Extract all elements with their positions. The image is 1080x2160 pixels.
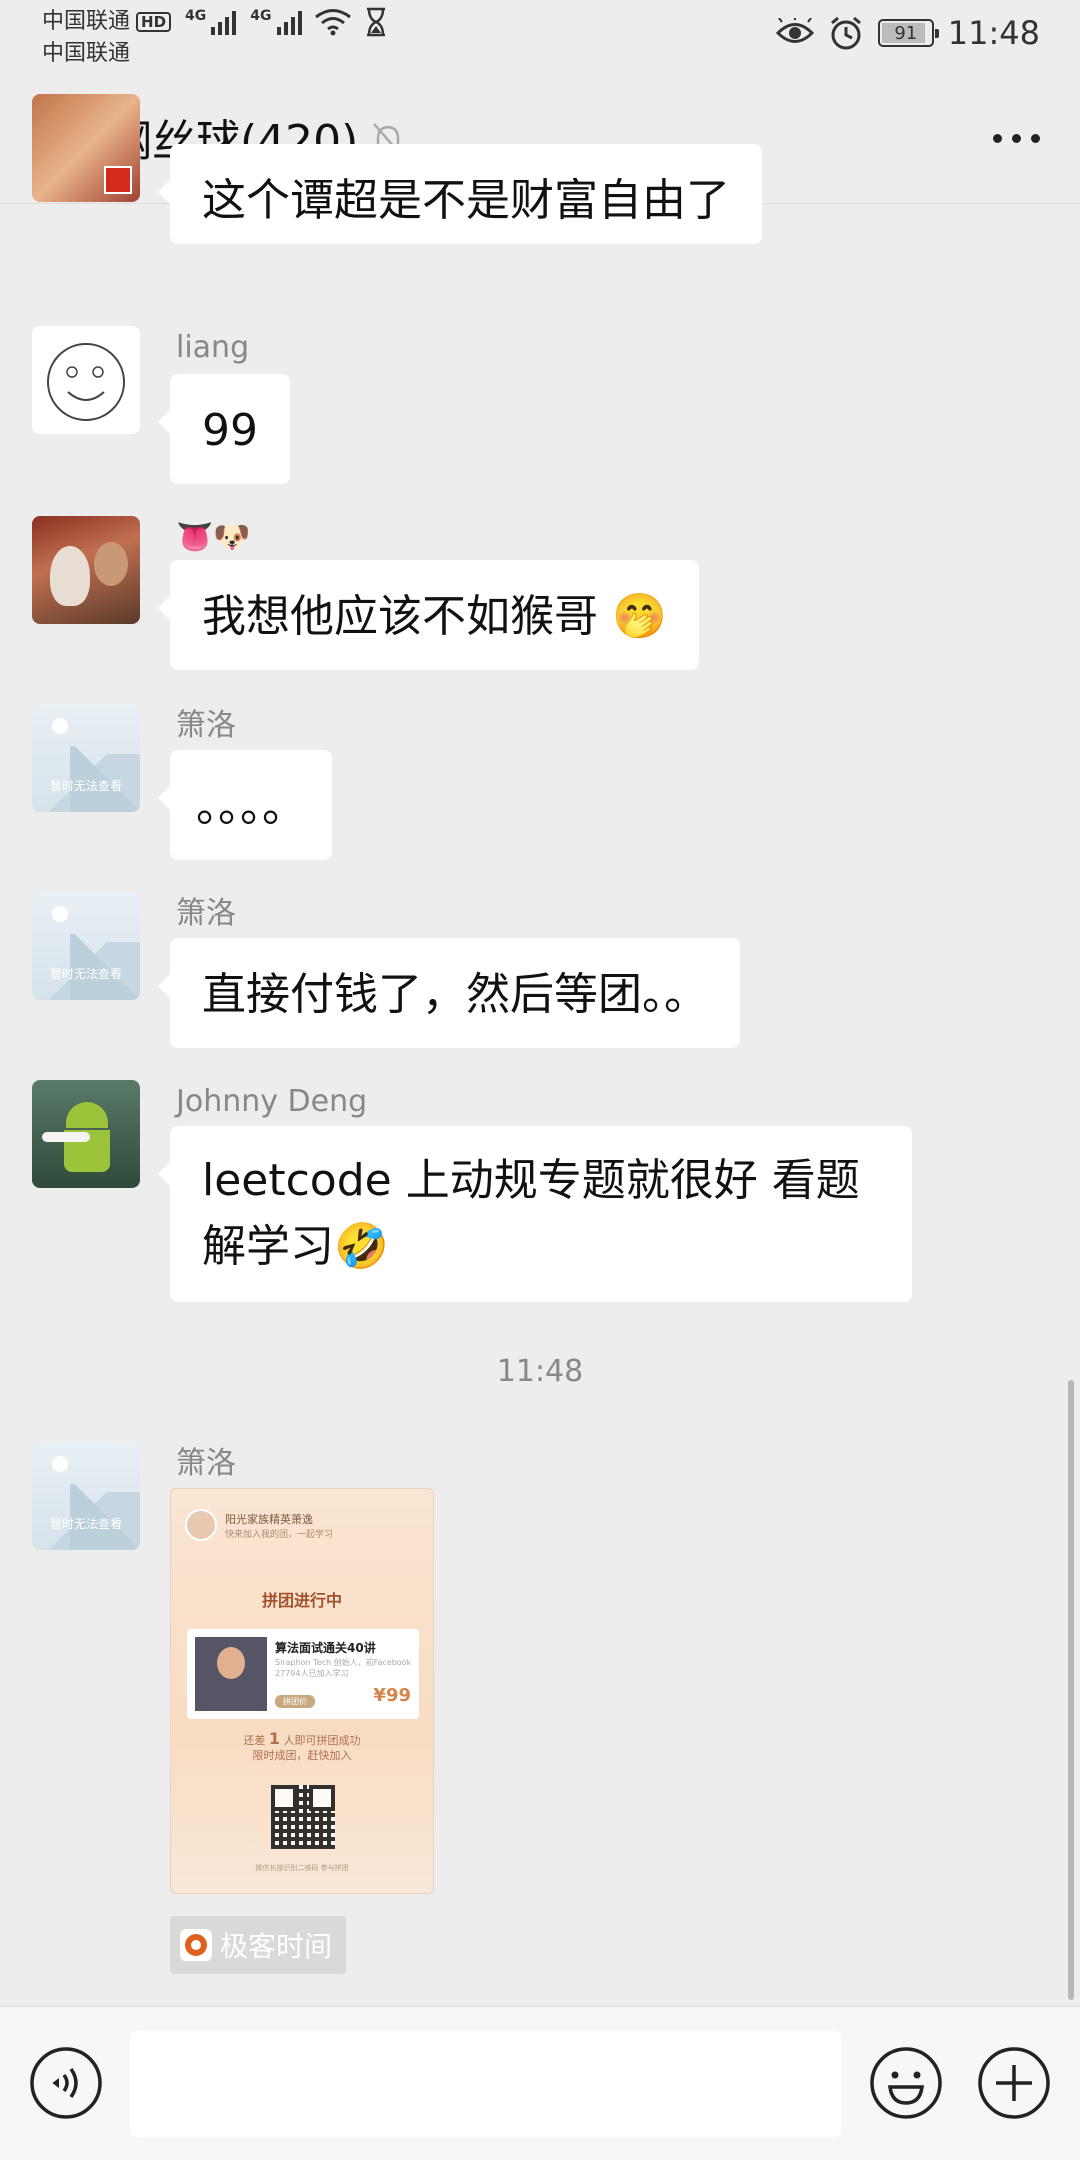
message-bubble[interactable]: 这个谭超是不是财富自由了	[158, 144, 762, 244]
status-bar: 中国联通 HD 4G 4G 中国联通 91 11:48	[0, 0, 1080, 74]
avatar[interactable]	[32, 516, 140, 624]
avatar[interactable]	[32, 94, 140, 202]
avatar-placeholder[interactable]: 暂时无法查看	[32, 704, 140, 812]
avatar-placeholder[interactable]: 暂时无法查看	[32, 1442, 140, 1550]
poster-note: 还差 1 人即可拼团成功	[243, 1729, 361, 1748]
plus-icon[interactable]	[976, 2045, 1052, 2121]
alarm-icon	[830, 16, 861, 50]
source-tag[interactable]: 极客时间	[170, 1916, 347, 1974]
battery-icon: 91	[877, 19, 939, 47]
signal-1-icon: 4G	[185, 9, 237, 35]
poster-footer: 微信长按识别二维码 参与拼团	[255, 1864, 349, 1872]
avatar[interactable]	[32, 326, 140, 434]
course-price: ¥99	[373, 1685, 411, 1706]
sender-name: liang	[176, 330, 250, 365]
signal-2-icon: 4G	[250, 9, 302, 35]
geektime-logo-icon	[180, 1929, 212, 1961]
poster-title: 拼团进行中	[261, 1591, 342, 1610]
carrier-2: 中国联通	[42, 41, 131, 66]
eye-icon	[775, 18, 814, 43]
sender-name: Johnny Deng	[176, 1084, 368, 1119]
poster-avatar	[185, 1509, 217, 1541]
message: 暂时无法查看 箫洛 直接付钱了，然后等团。。	[0, 892, 1080, 1048]
wifi-icon	[314, 9, 351, 36]
poster-image[interactable]: 阳光家族精英萧逸 快来加入我的团，一起学习 拼团进行中 算法面试通关40讲 Si…	[170, 1488, 434, 1894]
instructor-photo	[195, 1637, 267, 1711]
carrier-info: 中国联通 HD 4G 4G 中国联通	[42, 6, 388, 70]
sender-name: 👅🐶	[176, 520, 251, 555]
voice-icon[interactable]	[28, 2045, 104, 2121]
carrier-1: 中国联通	[42, 9, 131, 34]
qr-code-icon	[271, 1785, 335, 1849]
message-bubble[interactable]: 。。。。	[158, 750, 332, 860]
course-card: 算法面试通关40讲 Siraphon Tech 创始人，前Facebook 277…	[187, 1629, 419, 1719]
source-label: 极客时间	[220, 1930, 333, 1963]
clock: 11:48	[947, 14, 1040, 52]
emoji-icon[interactable]	[868, 2045, 944, 2121]
avatar-placeholder[interactable]: 暂时无法查看	[32, 892, 140, 1000]
message-input[interactable]	[130, 2031, 842, 2137]
message: 暂时无法查看 箫洛	[0, 1442, 1080, 1550]
message-bubble[interactable]: 直接付钱了，然后等团。。	[158, 938, 740, 1048]
avatar[interactable]	[32, 1080, 140, 1188]
poster-header-title: 阳光家族精英萧逸	[225, 1513, 313, 1526]
hourglass-icon	[366, 7, 385, 37]
course-title: 算法面试通关40讲	[275, 1641, 376, 1655]
message-bubble[interactable]: leetcode 上动规专题就很好 看题解学习🤣	[158, 1126, 912, 1302]
scrollbar[interactable]	[1068, 1380, 1074, 2000]
sender-name: 箫洛	[176, 896, 236, 931]
message-bubble[interactable]: 我想他应该不如猴哥 🤭	[158, 560, 699, 670]
message-bubble[interactable]: 99	[158, 374, 290, 484]
input-bar	[0, 2006, 1080, 2160]
poster-header-sub: 快来加入我的团，一起学习	[225, 1530, 334, 1540]
poster-note-2: 限时成团，赶快加入	[252, 1749, 352, 1762]
sender-name: 箫洛	[176, 708, 236, 743]
course-tag: 拼团价	[275, 1695, 315, 1708]
more-icon[interactable]	[993, 134, 1040, 143]
timestamp: 11:48	[496, 1354, 584, 1389]
poster-header: 阳光家族精英萧逸 快来加入我的团，一起学习	[185, 1509, 421, 1549]
hd-badge: HD	[136, 12, 172, 32]
message: 暂时无法查看 箫洛 。。。。	[0, 704, 1080, 860]
sender-name: 箫洛	[176, 1446, 236, 1481]
course-sub: Siraphon Tech 创始人，前Facebook 27794人已加入学习	[275, 1658, 412, 1678]
